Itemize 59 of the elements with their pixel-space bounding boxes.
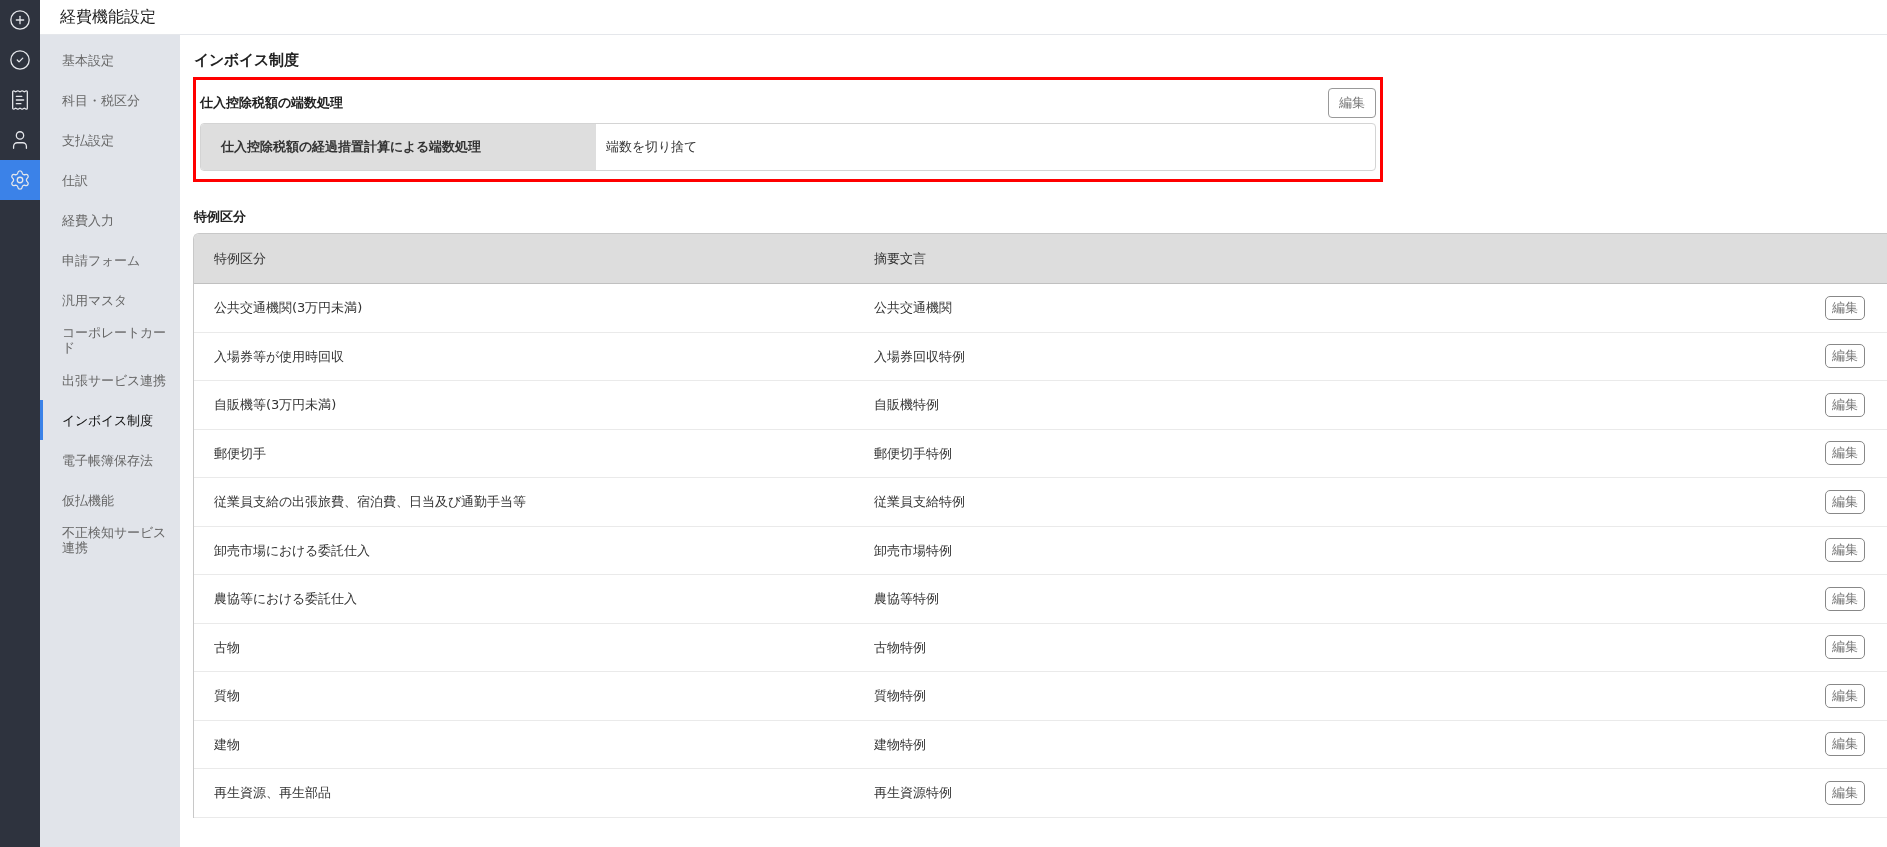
- sidebar-item[interactable]: 仮払機能: [40, 480, 180, 520]
- sidebar-item[interactable]: 基本設定: [40, 40, 180, 80]
- table-cell-text: 公共交通機関(3万円未満): [213, 299, 364, 317]
- table-cell-text: 古物: [213, 638, 241, 657]
- table-cell-text: 卸売市場特例: [874, 541, 953, 560]
- table-cell-text: 再生資源、再生部品: [213, 784, 332, 802]
- table-cell-text: 従業員支給の出張旅費、宿泊費、日当及び通勤手当等: [213, 493, 527, 511]
- sidebar-item[interactable]: インボイス制度: [40, 400, 180, 440]
- table-cell-text: 農協等における委託仕入: [213, 590, 358, 608]
- sidebar-item[interactable]: コーポレートカード: [40, 320, 180, 360]
- sidebar-item[interactable]: 不正検知サービス連携: [40, 520, 180, 560]
- table-cell-text: 建物特例: [874, 735, 927, 754]
- edit-button[interactable]: 編集: [1825, 441, 1865, 466]
- page-header-title: 経費機能設定: [60, 6, 156, 28]
- field-label: 仕入控除税額の経過措置計算による端数処理: [201, 124, 596, 170]
- edit-button[interactable]: 編集: [1825, 538, 1865, 563]
- table-cell-text: 従業員支給特例: [874, 493, 966, 511]
- sidebar-item[interactable]: 仕訳: [40, 160, 180, 200]
- table-cell-text: 質物特例: [874, 687, 927, 705]
- table-cell-text: 入場券回収特例: [874, 347, 966, 366]
- sidebar-item[interactable]: 汎用マスタ: [40, 280, 180, 320]
- table-cell-text: 卸売市場における委託仕入: [213, 541, 371, 560]
- sidebar-item[interactable]: 出張サービス連携: [40, 360, 180, 400]
- edit-button[interactable]: 編集: [1825, 635, 1865, 660]
- table-cell-text: 自販機等(3万円未満): [213, 396, 338, 414]
- edit-button[interactable]: 編集: [1825, 732, 1865, 757]
- table-cell-text: 郵便切手特例: [874, 444, 953, 463]
- table-cell-text: 建物: [213, 735, 241, 754]
- table-cell-text: 公共交通機関: [874, 299, 953, 317]
- table-cell-text: 質物: [213, 687, 241, 705]
- edit-button[interactable]: 編集: [1825, 489, 1865, 514]
- section-heading: 特例区分: [193, 208, 247, 226]
- edit-button[interactable]: 編集: [1328, 88, 1376, 118]
- column-header: 特例区分: [213, 249, 267, 268]
- table-cell-text: 再生資源特例: [874, 784, 953, 802]
- edit-button[interactable]: 編集: [1825, 344, 1865, 369]
- plus-circle-icon: [9, 9, 31, 31]
- edit-button[interactable]: 編集: [1825, 295, 1865, 320]
- field-value: 端数を切り捨て: [605, 138, 698, 157]
- table-cell-text: 入場券等が使用時回収: [213, 347, 345, 366]
- table-cell-text: 古物特例: [874, 638, 927, 657]
- edit-button[interactable]: 編集: [1825, 683, 1865, 708]
- table-cell-text: 郵便切手: [213, 444, 267, 463]
- edit-button[interactable]: 編集: [1825, 392, 1865, 417]
- column-header: 摘要文言: [874, 249, 926, 268]
- sidebar-item[interactable]: 経費入力: [40, 200, 180, 240]
- subsection-title: 仕入控除税額の端数処理: [200, 94, 343, 113]
- sidebar-item[interactable]: 支払設定: [40, 120, 180, 160]
- edit-button[interactable]: 編集: [1825, 586, 1865, 611]
- table-cell-text: 自販機特例: [874, 396, 940, 414]
- section-heading: インボイス制度: [193, 50, 300, 71]
- edit-button[interactable]: 編集: [1825, 780, 1865, 805]
- check-circle-icon: [9, 49, 31, 71]
- sidebar-item[interactable]: 申請フォーム: [40, 240, 180, 280]
- sidebar-item[interactable]: 電子帳簿保存法: [40, 440, 180, 480]
- receipt-icon: [9, 89, 31, 111]
- table-cell-text: 農協等特例: [874, 590, 940, 608]
- sidebar-item[interactable]: 科目・税区分: [40, 80, 180, 120]
- settings-icon: [9, 169, 31, 191]
